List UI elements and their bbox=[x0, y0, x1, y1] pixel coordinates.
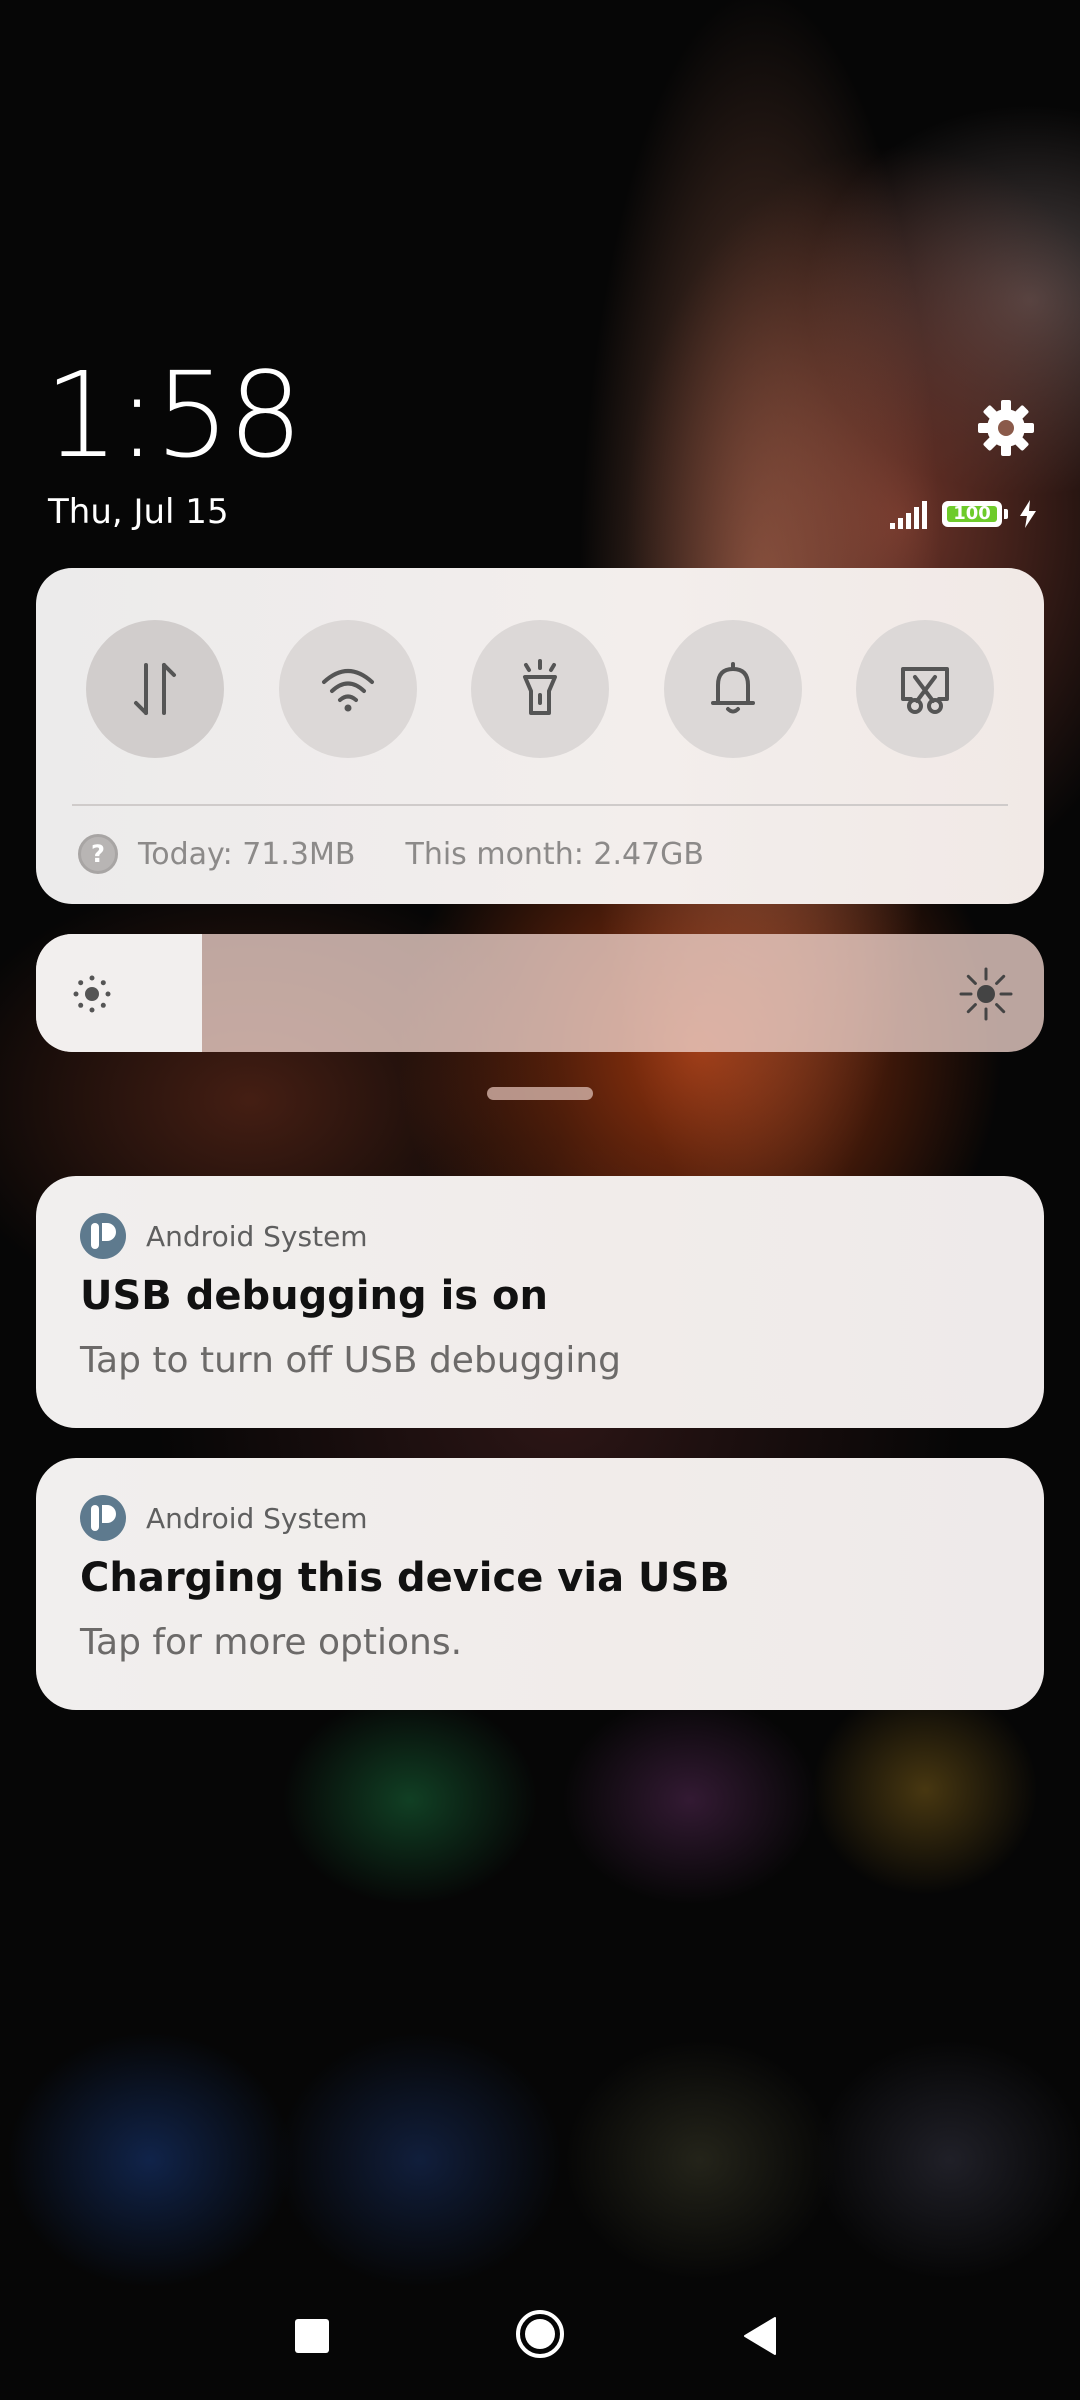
panel-drag-handle[interactable] bbox=[487, 1087, 593, 1100]
battery-cap bbox=[1004, 509, 1008, 519]
data-usage-today: Today: 71.3MB bbox=[138, 836, 356, 872]
quick-settings-divider bbox=[72, 804, 1008, 806]
battery-level: 100 bbox=[953, 503, 991, 524]
notification-title: Charging this device via USB bbox=[80, 1555, 730, 1601]
recents-button[interactable] bbox=[282, 2306, 342, 2366]
flashlight-toggle[interactable] bbox=[471, 620, 609, 758]
square-icon bbox=[295, 2319, 329, 2353]
help-icon[interactable]: ? bbox=[78, 834, 118, 874]
sound-toggle[interactable] bbox=[663, 620, 802, 758]
gear-icon bbox=[978, 400, 1034, 456]
notification-header: Android System bbox=[80, 1212, 368, 1260]
clock-date[interactable]: Thu, Jul 15 bbox=[48, 490, 229, 534]
quick-settings-panel: ? Today: 71.3MB This month: 2.47GB bbox=[36, 568, 1044, 904]
brightness-slider-fill[interactable] bbox=[36, 934, 203, 1052]
data-usage[interactable]: ? Today: 71.3MB This month: 2.47GB bbox=[78, 830, 704, 878]
screenshot-toggle[interactable] bbox=[856, 620, 994, 758]
android-system-icon bbox=[80, 1213, 126, 1259]
triangle-back-icon bbox=[744, 2317, 776, 2355]
back-button[interactable] bbox=[730, 2306, 790, 2366]
notification-usb-charging[interactable]: Android System Charging this device via … bbox=[36, 1458, 1044, 1710]
home-button[interactable] bbox=[508, 2302, 572, 2366]
brightness-low-icon bbox=[73, 975, 111, 1013]
bell-icon bbox=[710, 662, 755, 714]
notification-header: Android System bbox=[80, 1494, 368, 1542]
data-usage-month: This month: 2.47GB bbox=[405, 836, 704, 872]
clock-time[interactable]: 1:58 bbox=[44, 345, 303, 485]
notification-title: USB debugging is on bbox=[80, 1273, 548, 1319]
flashlight-icon bbox=[523, 659, 557, 715]
notification-text: Tap to turn off USB debugging bbox=[80, 1340, 621, 1381]
notification-text: Tap for more options. bbox=[80, 1622, 463, 1663]
brightness-high-icon bbox=[959, 967, 1013, 1021]
notification-app-name: Android System bbox=[146, 1219, 368, 1253]
quick-settings-toggles bbox=[86, 620, 994, 758]
notification-app-name: Android System bbox=[146, 1501, 368, 1535]
mobile-data-icon bbox=[134, 663, 176, 715]
circle-icon bbox=[516, 2310, 564, 2358]
battery-indicator: 100 bbox=[942, 501, 1002, 527]
screenshot-icon bbox=[901, 667, 949, 714]
brightness-slider[interactable] bbox=[36, 934, 1044, 1052]
lightning-icon bbox=[1020, 500, 1036, 528]
wifi-toggle[interactable] bbox=[278, 620, 417, 758]
android-system-icon bbox=[80, 1495, 126, 1541]
signal-bars-icon bbox=[890, 501, 927, 529]
settings-button[interactable] bbox=[974, 396, 1038, 460]
wifi-icon bbox=[321, 669, 374, 712]
mobile-data-toggle[interactable] bbox=[86, 620, 224, 758]
notification-usb-debugging[interactable]: Android System USB debugging is on Tap t… bbox=[36, 1176, 1044, 1428]
status-indicators: 100 bbox=[890, 494, 1038, 534]
